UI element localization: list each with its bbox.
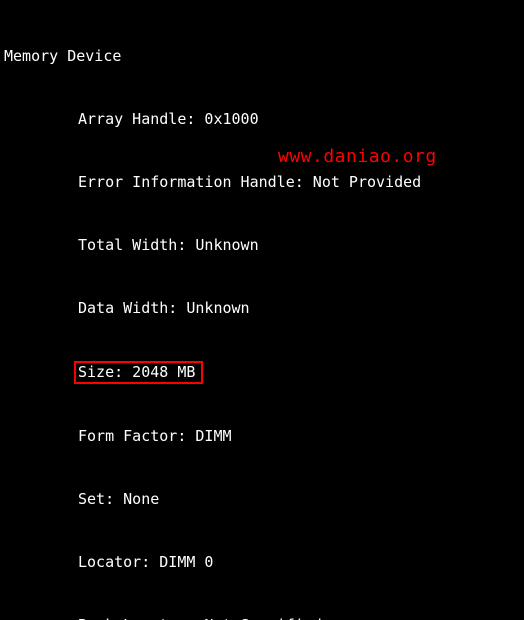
mem-row: Error Information Handle: Not Provided: [2, 172, 522, 193]
mem-row: Locator: DIMM 0: [2, 552, 522, 573]
section-title: Memory Device: [2, 46, 522, 67]
watermark-text: www.daniao.org: [278, 146, 437, 167]
mem-row: Bank Locator: Not Specified: [2, 615, 522, 620]
mem-row: Form Factor: DIMM: [2, 426, 522, 447]
mem-row: Array Handle: 0x1000: [2, 109, 522, 130]
mem-row: Data Width: Unknown: [2, 298, 522, 319]
mem-size-row: Size: 2048 MB: [2, 361, 522, 384]
mem-row: Set: None: [2, 489, 522, 510]
highlight-size: Size: 2048 MB: [74, 361, 203, 384]
terminal-output: Memory Device Array Handle: 0x1000 Error…: [0, 0, 524, 620]
mem-row: Total Width: Unknown: [2, 235, 522, 256]
